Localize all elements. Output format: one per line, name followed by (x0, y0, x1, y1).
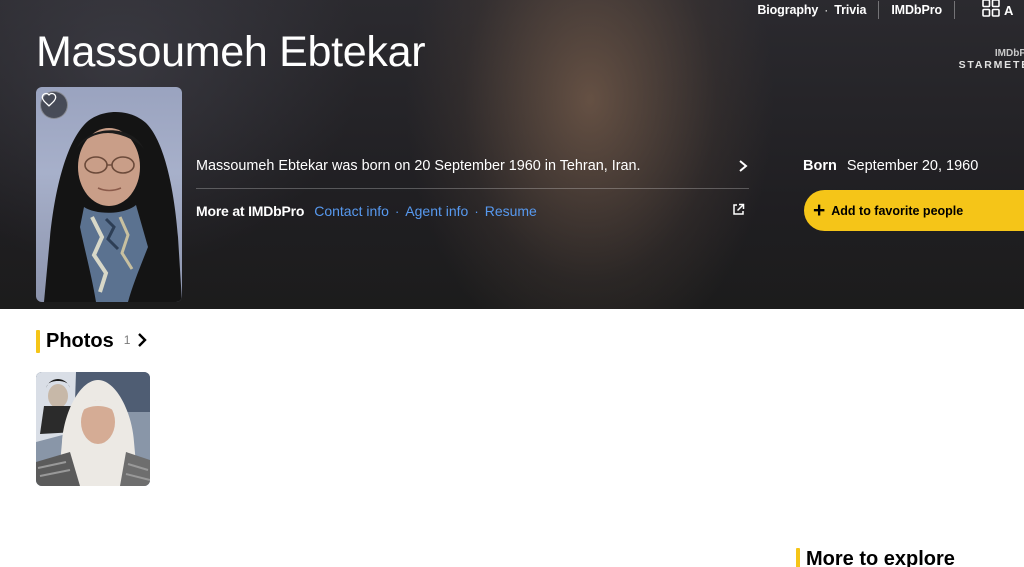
top-nav-links: Biography · Trivia IMDbPro (757, 0, 967, 19)
born-label: Born (803, 158, 837, 174)
grid-icon (982, 0, 1000, 21)
more-to-explore-heading: More to explore (796, 547, 955, 567)
trivia-link[interactable]: Trivia (834, 3, 866, 17)
page-title: Massoumeh Ebtekar (36, 28, 426, 76)
born-date: September 20, 1960 (846, 158, 979, 174)
chevron-right-icon (737, 156, 749, 179)
add-to-favorite-people-button[interactable]: + Add to favorite people (804, 190, 1024, 231)
add-to-favorites-heart-button[interactable] (40, 91, 68, 119)
all-topics-label: A (1004, 2, 1014, 18)
divider (196, 188, 749, 189)
separator-dot: · (824, 2, 829, 17)
contact-info-link[interactable]: Contact info (314, 203, 389, 219)
chevron-right-icon (136, 328, 148, 354)
imdbpro-link[interactable]: IMDbPro (891, 3, 942, 17)
add-to-favorite-people-label: Add to favorite people (831, 203, 964, 218)
bio-summary-text: Massoumeh Ebtekar was born on 20 Septemb… (196, 158, 641, 174)
starmeter-pro-label: IMDbP (994, 48, 1024, 59)
starmeter-label: STARMETE (958, 59, 1024, 71)
hero-section: Biography · Trivia IMDbPro A IMDbP STARM… (0, 0, 1024, 309)
external-link-icon[interactable] (732, 203, 745, 219)
all-topics-button[interactable]: A (982, 0, 1022, 21)
more-to-explore-title: More to explore (806, 547, 955, 567)
separator-dot: · (474, 203, 479, 219)
photos-heading[interactable]: Photos 1 (36, 329, 148, 353)
photos-title: Photos (46, 329, 114, 352)
born-info: Born September 20, 1960 (803, 158, 978, 174)
divider (878, 0, 880, 19)
more-at-imdbpro-label: More at IMDbPro (196, 203, 305, 219)
resume-link[interactable]: Resume (485, 203, 537, 219)
portrait-image (44, 111, 182, 302)
agent-info-link[interactable]: Agent info (405, 203, 468, 219)
bio-summary-row[interactable]: Massoumeh Ebtekar was born on 20 Septemb… (196, 150, 749, 188)
more-at-imdbpro-row: More at IMDbPro Contact info · Agent inf… (196, 201, 749, 221)
photo-thumbnail[interactable] (36, 372, 150, 486)
photo-image (36, 372, 150, 486)
biography-link[interactable]: Biography (757, 3, 818, 17)
starmeter[interactable]: IMDbP STARMETE (954, 48, 1024, 71)
divider (954, 0, 955, 19)
photos-count: 1 (123, 333, 131, 347)
person-poster[interactable] (36, 87, 182, 302)
plus-icon: + (813, 199, 826, 222)
separator-dot: · (394, 203, 400, 219)
